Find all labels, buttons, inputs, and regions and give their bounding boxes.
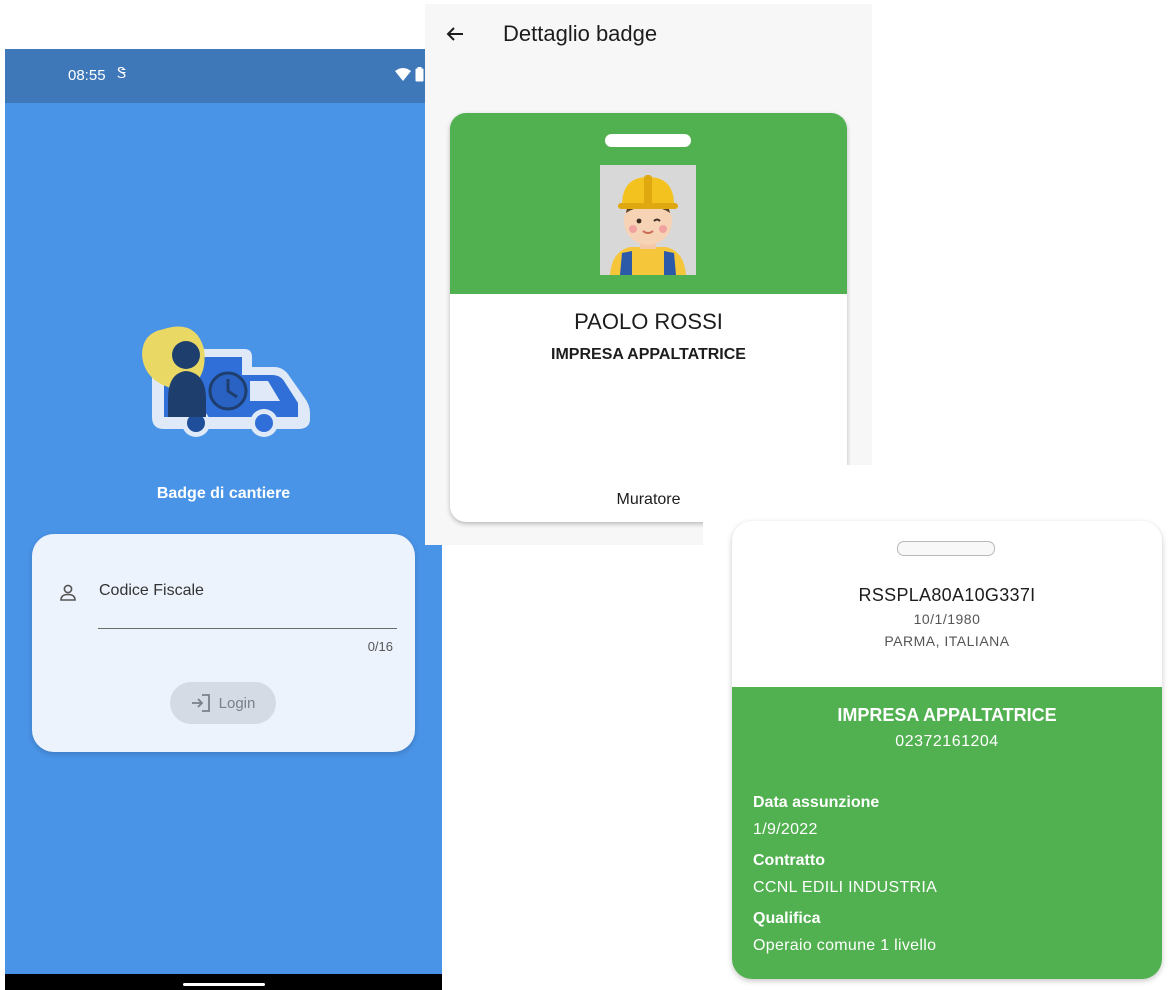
employer-vat-number: 02372161204: [895, 733, 999, 750]
employer-name: IMPRESA APPALTATRICE: [837, 705, 1057, 725]
birth-place: PARMA, ITALIANA: [884, 633, 1010, 649]
wifi-icon: [394, 68, 411, 81]
contract-label: Contratto: [753, 852, 825, 869]
sim-icon: Ꮥ: [117, 65, 127, 82]
status-icons: [394, 67, 424, 87]
company-name: IMPRESA APPALTATRICE: [551, 346, 746, 363]
badge-back-card: RSSPLA80A10G337I 10/1/1980 PARMA, ITALIA…: [732, 521, 1162, 979]
birth-date: 10/1/1980: [913, 611, 981, 627]
badge-header: [450, 113, 847, 294]
contract-value: CCNL EDILI INDUSTRIA: [753, 879, 938, 896]
login-button[interactable]: Login: [170, 682, 276, 724]
status-time: 08:55: [68, 67, 106, 84]
worker-name: PAOLO ROSSI: [574, 309, 723, 334]
fiscal-code: RSSPLA80A10G337I: [858, 585, 1036, 605]
login-screen: 08:55 Ꮥ Badge di cantiere Codice Fiscale…: [5, 49, 442, 990]
hire-date-label: Data assunzione: [753, 794, 880, 811]
employer-section: IMPRESA APPALTATRICE 02372161204 Data as…: [732, 687, 1162, 979]
battery-icon: [415, 67, 424, 82]
worker-avatar: [600, 165, 696, 275]
home-handle[interactable]: [183, 983, 265, 986]
login-label: Login: [218, 694, 256, 712]
qualification-label: Qualifica: [753, 910, 821, 927]
badge-back-panel: RSSPLA80A10G337I 10/1/1980 PARMA, ITALIA…: [703, 465, 1173, 990]
login-card: Codice Fiscale 0/16 Login: [32, 534, 415, 752]
app-logo: [142, 326, 310, 437]
login-icon: [191, 694, 210, 712]
hire-date-value: 1/9/2022: [753, 821, 818, 838]
lanyard-slot: [897, 541, 995, 556]
status-bar: 08:55 Ꮥ: [5, 49, 442, 103]
lanyard-slot: [605, 134, 691, 147]
badge-front-card: PAOLO ROSSI IMPRESA APPALTATRICE Murator…: [450, 113, 847, 522]
character-counter: 0/16: [367, 639, 393, 654]
page-title: Dettaglio badge: [503, 21, 658, 46]
person-icon: [60, 584, 76, 601]
navigation-bar: [5, 974, 442, 990]
arrow-left-icon[interactable]: [443, 22, 467, 46]
app-title: Badge di cantiere: [156, 485, 291, 502]
badge-detail-screen: Dettaglio badge PAOLO ROSSI IMPRESA APPA…: [425, 4, 872, 545]
qualification-value: Operaio comune 1 livello: [753, 937, 937, 954]
codice-fiscale-input[interactable]: [98, 582, 397, 629]
